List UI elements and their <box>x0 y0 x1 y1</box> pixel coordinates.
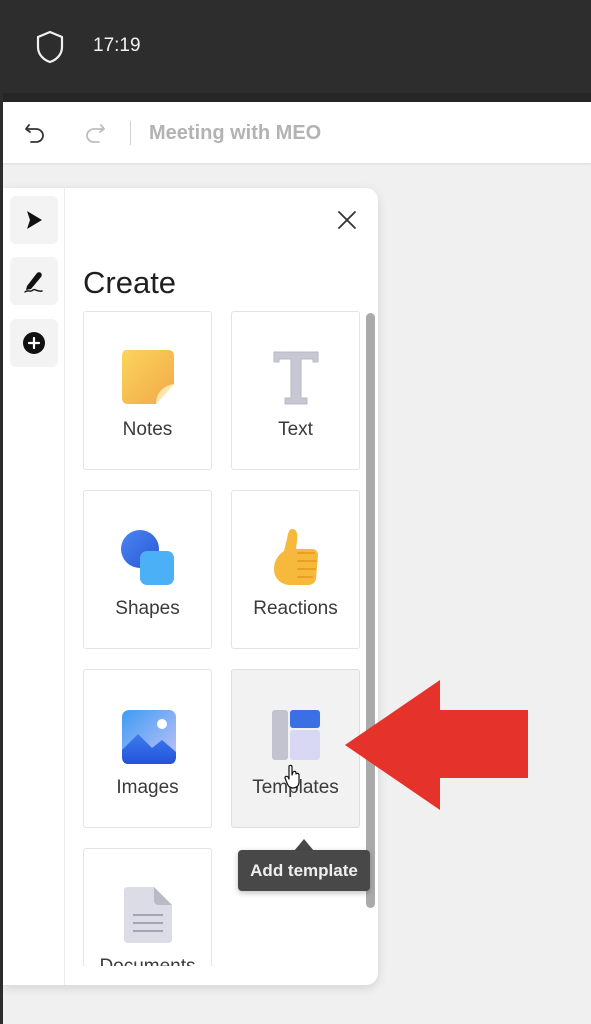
panel-scrollbar[interactable] <box>366 313 375 908</box>
image-icon <box>122 710 176 764</box>
undo-icon[interactable] <box>23 121 47 145</box>
thumbs-up-icon <box>274 529 318 585</box>
create-item-label: Notes <box>122 419 173 440</box>
pointer-arrow-icon <box>27 211 42 229</box>
create-item-label: Images <box>116 777 179 798</box>
red-arrow-annotation <box>345 680 528 810</box>
create-item-label: Text <box>278 419 313 440</box>
document-title[interactable]: Meeting with MEO <box>149 122 321 145</box>
add-tool-button[interactable] <box>10 319 58 367</box>
create-item-shapes[interactable]: Shapes <box>83 490 212 649</box>
window-gap <box>0 93 591 102</box>
title-bar: Meeting with MEO <box>3 102 591 164</box>
create-item-notes[interactable]: Notes <box>83 311 212 470</box>
tooltip: Add template <box>238 850 370 891</box>
create-item-label: Reactions <box>253 598 338 619</box>
pen-tool-button[interactable] <box>10 257 58 305</box>
clock: 17:19 <box>93 35 141 56</box>
select-tool-button[interactable] <box>10 196 58 244</box>
create-item-reactions[interactable]: Reactions <box>231 490 360 649</box>
create-item-label: Shapes <box>115 598 180 619</box>
create-item-text[interactable]: Text <box>231 311 360 470</box>
document-icon <box>124 887 172 943</box>
template-icon <box>272 710 320 760</box>
shield-icon <box>36 30 64 64</box>
close-icon[interactable] <box>335 208 359 232</box>
text-icon <box>273 351 319 405</box>
create-title: Create <box>83 265 177 300</box>
sticky-note-icon <box>122 350 174 404</box>
system-status-bar: 17:19 <box>0 0 591 93</box>
pen-icon <box>24 272 43 293</box>
create-item-label: Documents <box>84 956 211 966</box>
hand-cursor-icon <box>284 764 300 789</box>
create-item-documents[interactable]: Documents <box>83 848 212 966</box>
title-separator <box>130 121 131 145</box>
redo-icon[interactable] <box>83 121 107 145</box>
create-item-images[interactable]: Images <box>83 669 212 828</box>
plus-circle-icon <box>23 332 45 354</box>
shapes-icon <box>121 530 174 585</box>
tool-rail <box>3 188 65 985</box>
